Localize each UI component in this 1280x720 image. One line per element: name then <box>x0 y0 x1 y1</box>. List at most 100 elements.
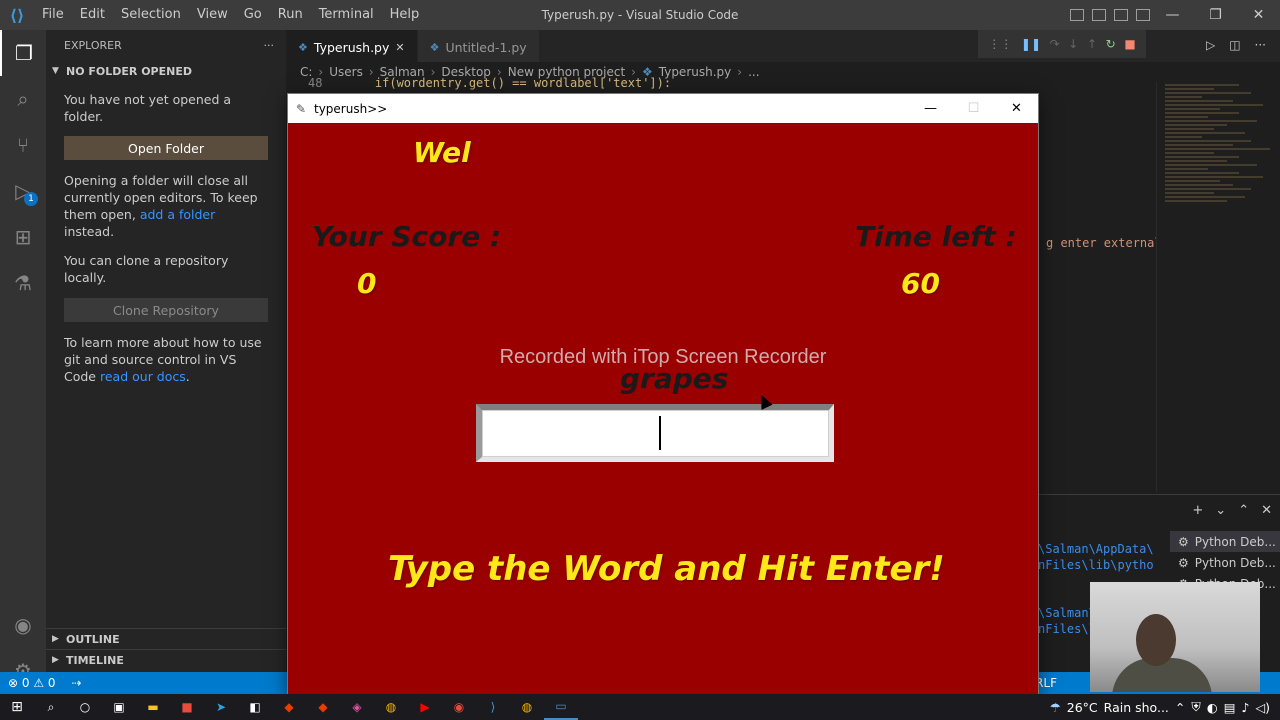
word-entry-input[interactable] <box>482 410 829 457</box>
task-view-icon[interactable]: ▣ <box>102 694 136 720</box>
text-caret <box>659 416 661 450</box>
terminal-line: \Salman\ <box>1038 606 1096 620</box>
restore-icon[interactable]: ❐ <box>1194 0 1237 30</box>
explorer-icon[interactable]: ❐ <box>0 30 46 76</box>
clone-repository-button[interactable]: Clone Repository <box>64 298 268 322</box>
youtube-icon[interactable]: ▶ <box>408 694 442 720</box>
windows-start-icon[interactable]: ⊞ <box>0 694 34 720</box>
timeline-section[interactable]: ▶ TIMELINE <box>46 649 286 670</box>
close-icon[interactable]: ✕ <box>1237 0 1280 30</box>
network-icon[interactable]: ▤ <box>1224 700 1236 715</box>
menu-run[interactable]: Run <box>270 0 311 30</box>
explorer-header: EXPLORER ··· <box>46 30 286 60</box>
time-left-value: 60 <box>901 267 940 300</box>
opening-folder-message: Opening a folder will close all currentl… <box>46 172 286 240</box>
extensions-icon[interactable]: ⊞ <box>0 214 46 260</box>
tab-untitled[interactable]: ❖ Untitled-1.py <box>417 30 540 65</box>
run-icon[interactable]: ▷ <box>1206 38 1215 52</box>
terminal-item-label: Python Deb... <box>1194 555 1276 570</box>
cortana-icon[interactable]: ○ <box>68 694 102 720</box>
menu-go[interactable]: Go <box>236 0 270 30</box>
panel-controls: + ⌄ ⌃ ✕ <box>1192 503 1272 518</box>
instruction-label: Type the Word and Hit Enter! <box>388 549 945 589</box>
temperature[interactable]: 26°C <box>1067 700 1098 715</box>
vscode-taskbar-icon[interactable]: ⟩ <box>476 694 510 720</box>
chevron-up-icon[interactable]: ⌃ <box>1175 700 1185 715</box>
stop-icon[interactable]: ■ <box>1124 37 1135 51</box>
vscode-titlebar: ⟨⟩ File Edit Selection View Go Run Termi… <box>0 0 1280 30</box>
close-icon[interactable]: ✕ <box>995 94 1038 123</box>
source-control-icon[interactable]: ⑂ <box>0 122 46 168</box>
chrome-icon-2[interactable]: ◍ <box>510 694 544 720</box>
step-out-icon[interactable]: ↑ <box>1087 37 1097 51</box>
terminal-dropdown-icon[interactable]: ⌄ <box>1215 503 1226 518</box>
typerush-window-controls: — ☐ ✕ <box>909 94 1038 123</box>
tray-app-icon[interactable]: ◐ <box>1207 700 1218 715</box>
more-actions-icon[interactable]: ··· <box>1255 38 1266 52</box>
maximize-panel-icon[interactable]: ⌃ <box>1238 503 1249 518</box>
close-panel-icon[interactable]: ✕ <box>1261 503 1272 518</box>
split-editor-icon[interactable]: ◫ <box>1229 38 1240 52</box>
restart-icon[interactable]: ↻ <box>1106 37 1116 51</box>
debug-toolbar: ⋮⋮ ❚❚ ↷ ↓ ↑ ↻ ■ <box>978 30 1146 58</box>
screen-recorder-icon[interactable]: ◉ <box>442 694 476 720</box>
menu-terminal[interactable]: Terminal <box>311 0 382 30</box>
defender-icon[interactable]: ⛨ <box>1191 699 1200 715</box>
volume-icon[interactable]: ◁) <box>1256 700 1271 715</box>
microphone-icon[interactable]: ♪ <box>1242 700 1250 715</box>
toggle-panel-icon[interactable] <box>1092 9 1106 21</box>
new-terminal-icon[interactable]: + <box>1192 503 1203 518</box>
toggle-sidebar-icon[interactable] <box>1070 9 1084 21</box>
live-share-icon[interactable]: ⇢ <box>64 676 90 690</box>
testing-icon[interactable]: ⚗ <box>0 260 46 306</box>
menu-edit[interactable]: Edit <box>72 0 113 30</box>
accounts-icon[interactable]: ◉ <box>0 602 46 648</box>
tab-typerush[interactable]: ❖ Typerush.py ✕ <box>286 30 418 65</box>
step-over-icon[interactable]: ↷ <box>1050 37 1060 51</box>
file-explorer-icon[interactable]: ▬ <box>136 694 170 720</box>
chevron-down-icon: ▼ <box>52 66 59 76</box>
minimap[interactable] <box>1156 82 1280 492</box>
no-folder-section[interactable]: ▼ NO FOLDER OPENED <box>46 60 286 82</box>
chevron-right-icon: ▶ <box>52 634 59 644</box>
open-folder-button[interactable]: Open Folder <box>64 136 268 160</box>
telegram-icon[interactable]: ➤ <box>204 694 238 720</box>
search-icon[interactable]: ⌕ <box>34 694 68 720</box>
add-folder-link[interactable]: add a folder <box>140 207 215 222</box>
minimize-icon[interactable]: — <box>909 94 952 123</box>
step-into-icon[interactable]: ↓ <box>1068 37 1078 51</box>
breadcrumb-item[interactable]: ... <box>748 65 759 79</box>
app-icon[interactable]: ◈ <box>340 694 374 720</box>
toggle-secondary-sidebar-icon[interactable] <box>1114 9 1128 21</box>
store-icon[interactable]: ◧ <box>238 694 272 720</box>
time-left-label: Time left : <box>855 220 1017 253</box>
maximize-icon: ☐ <box>967 101 980 116</box>
terminal-list-item[interactable]: ⚙ Python Deb... <box>1170 552 1280 573</box>
minimize-icon[interactable]: — <box>1151 0 1194 30</box>
menu-file[interactable]: File <box>34 0 72 30</box>
python-taskbar-icon[interactable]: ▭ <box>544 694 578 720</box>
menu-selection[interactable]: Selection <box>113 0 189 30</box>
office-icon-2[interactable]: ◆ <box>306 694 340 720</box>
menu-help[interactable]: Help <box>382 0 428 30</box>
office-icon[interactable]: ◆ <box>272 694 306 720</box>
tab-close-icon[interactable]: ✕ <box>395 41 404 54</box>
menu-view[interactable]: View <box>189 0 236 30</box>
problems-indicator[interactable]: ⊗ 0 ⚠ 0 <box>0 676 64 690</box>
system-tray: ☂ 26°C Rain sho... ⌃ ⛨ ◐ ▤ ♪ ◁) <box>1050 694 1280 720</box>
pause-icon[interactable]: ❚❚ <box>1021 37 1041 51</box>
outline-section[interactable]: ▶ OUTLINE <box>46 628 286 649</box>
customize-layout-icon[interactable] <box>1136 9 1150 21</box>
drag-handle-icon[interactable]: ⋮⋮ <box>988 37 1012 51</box>
weather-text[interactable]: Rain sho... <box>1104 700 1169 715</box>
layout-controls <box>1070 0 1150 30</box>
run-debug-icon[interactable]: ▷ 1 <box>0 168 46 214</box>
read-docs-link[interactable]: read our docs <box>100 369 186 384</box>
terminal-output: \Salman\AppData\ nFiles\lib\pytho <box>1038 541 1154 573</box>
terminal-list-item[interactable]: ⚙ Python Deb... <box>1170 531 1280 552</box>
search-icon[interactable]: ⌕ <box>0 76 46 122</box>
recorder-app-icon[interactable]: ■ <box>170 694 204 720</box>
more-actions-icon[interactable]: ··· <box>264 39 275 52</box>
weather-icon[interactable]: ☂ <box>1050 700 1061 715</box>
chrome-icon[interactable]: ◍ <box>374 694 408 720</box>
